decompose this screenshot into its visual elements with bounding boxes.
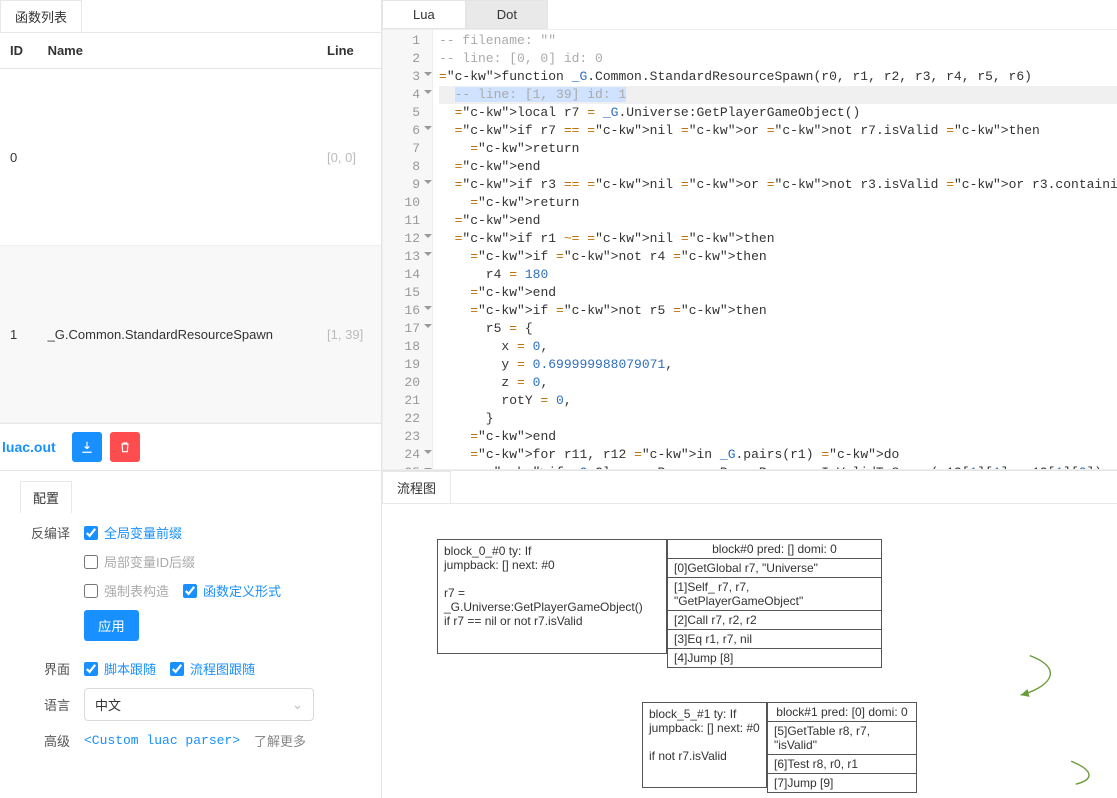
table-row[interactable]: 0 [0, 0]	[0, 69, 381, 246]
flow-op: [0]GetGlobal r7, "Universe"	[667, 559, 882, 578]
flow-op: [1]Self_ r7, r7, "GetPlayerGameObject"	[667, 578, 882, 611]
tab-dot[interactable]: Dot	[466, 0, 548, 29]
check-local-suffix[interactable]: 局部变量ID后缀	[84, 552, 195, 571]
apply-button[interactable]: 应用	[84, 610, 139, 641]
cell-id: 1	[0, 246, 38, 423]
lang-label: 语言	[20, 695, 70, 714]
tab-lua[interactable]: Lua	[382, 0, 466, 29]
language-value: 中文	[95, 695, 121, 714]
delete-button[interactable]	[110, 432, 140, 462]
learn-more-link[interactable]: 了解更多	[254, 731, 306, 750]
language-select[interactable]: 中文 ⌄	[84, 688, 314, 721]
decompile-label: 反编译	[20, 523, 70, 542]
flowchart-tab[interactable]: 流程图	[382, 471, 451, 503]
function-table: ID Name Line 0 [0, 0] 1 _G.Common.Standa…	[0, 33, 381, 423]
flow-op: [2]Call r7, r2, r2	[667, 611, 882, 630]
flow-op: [5]GetTable r8, r7, "isValid"	[767, 722, 917, 755]
col-line: Line	[317, 33, 381, 69]
cell-line: [0, 0]	[317, 69, 381, 246]
flow-op: [6]Test r8, r0, r1	[767, 755, 917, 774]
col-name: Name	[38, 33, 317, 69]
flow-block-header: block#0 pred: [] domi: 0	[667, 539, 882, 559]
check-force-table[interactable]: 强制表构造	[84, 581, 169, 600]
download-button[interactable]	[72, 432, 102, 462]
flow-block-left: block_0_#0 ty: If jumpback: [] next: #0 …	[437, 539, 667, 654]
table-row[interactable]: 1 _G.Common.StandardResourceSpawn [1, 39…	[0, 246, 381, 423]
config-title: 配置	[20, 481, 72, 513]
flow-op: [3]Eq r1, r7, nil	[667, 630, 882, 649]
adv-label: 高级	[20, 731, 70, 750]
check-script-follow[interactable]: 脚本跟随	[84, 659, 156, 678]
check-global-prefix[interactable]: 全局变量前缀	[84, 523, 182, 542]
cell-name: _G.Common.StandardResourceSpawn	[38, 246, 317, 423]
flow-block-header: block#1 pred: [0] domi: 0	[767, 702, 917, 722]
flowchart-canvas[interactable]: block_0_#0 ty: If jumpback: [] next: #0 …	[382, 504, 1117, 798]
functions-tab[interactable]: 函数列表	[0, 0, 82, 32]
col-id: ID	[0, 33, 38, 69]
custom-parser-link[interactable]: <Custom luac parser>	[84, 733, 240, 748]
file-name: luac.out	[2, 439, 56, 455]
chevron-down-icon: ⌄	[292, 697, 303, 713]
check-flow-follow[interactable]: 流程图跟随	[170, 659, 255, 678]
ui-label: 界面	[20, 659, 70, 678]
flow-block-left: block_5_#1 ty: If jumpback: [] next: #0 …	[642, 702, 767, 788]
flow-op: [4]Jump [8]	[667, 649, 882, 668]
check-func-def[interactable]: 函数定义形式	[183, 581, 281, 600]
flow-op: [7]Jump [9]	[767, 774, 917, 793]
cell-name	[38, 69, 317, 246]
cell-line: [1, 39]	[317, 246, 381, 423]
code-editor[interactable]: 1234567891011121314151617181920212223242…	[382, 29, 1117, 470]
cell-id: 0	[0, 69, 38, 246]
